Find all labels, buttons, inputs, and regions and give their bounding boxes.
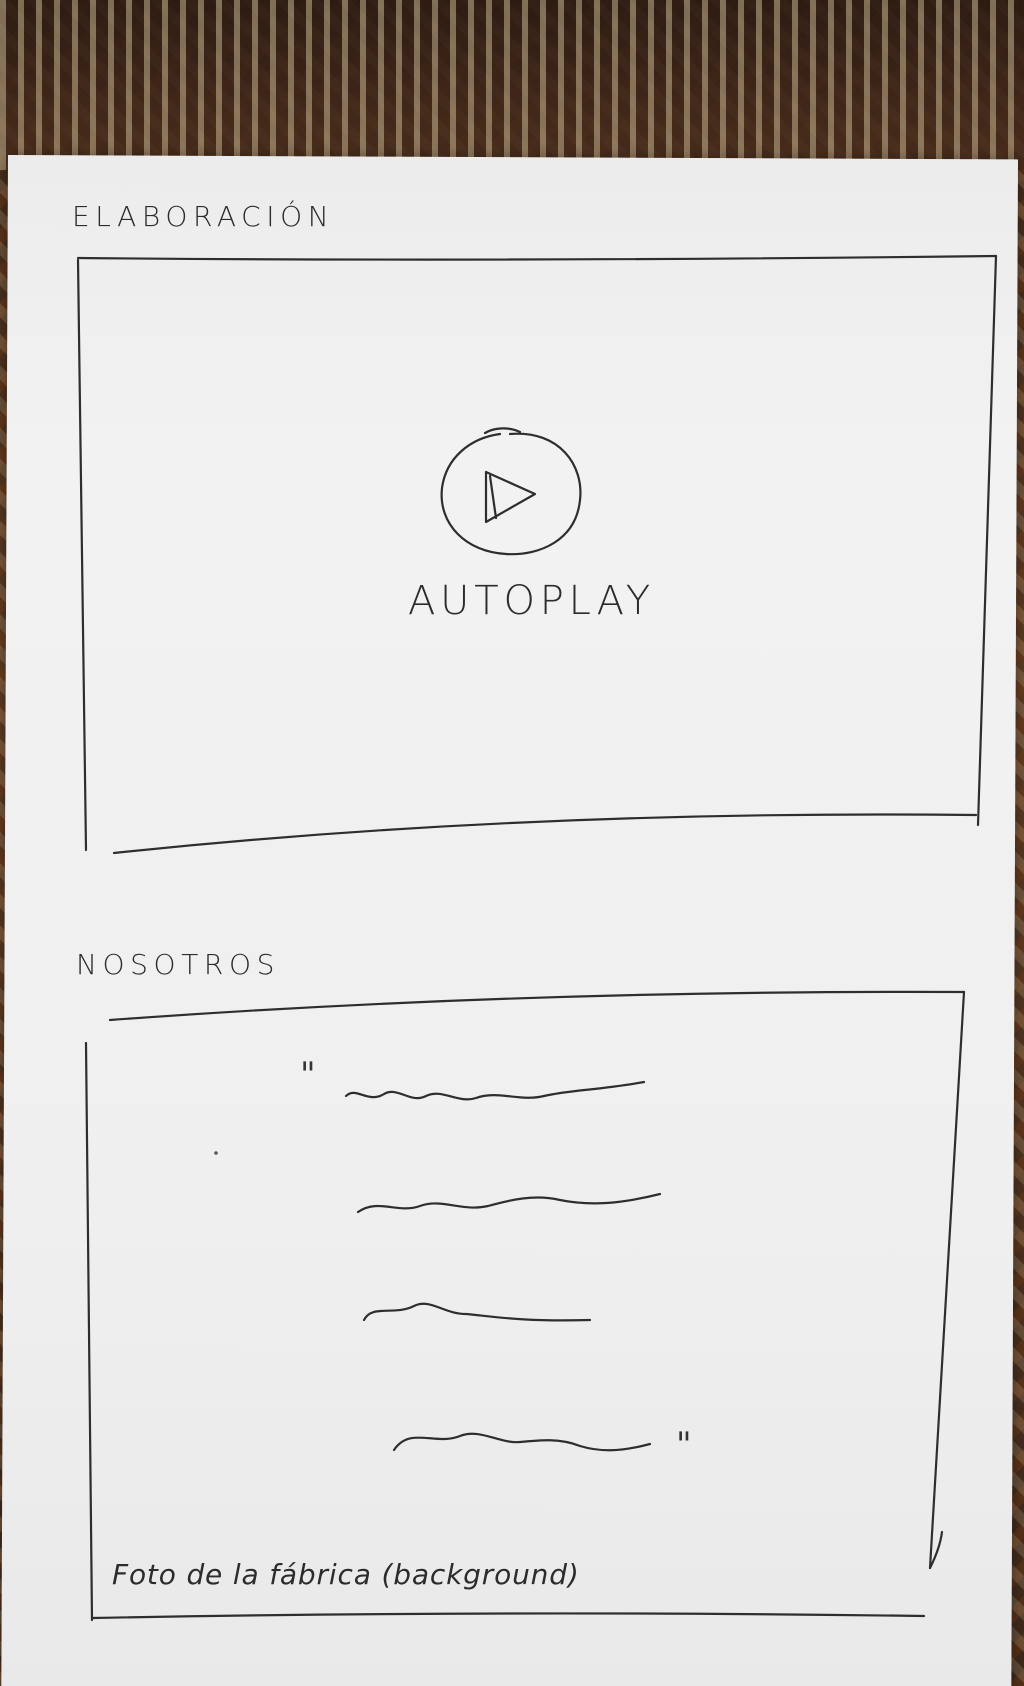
quote-open-mark: " (300, 1055, 316, 1095)
wireframe-sketch (76, 254, 998, 1622)
section-title-nosotros: NOSOTROS (76, 948, 280, 981)
background-photo-caption: Foto de la fábrica (background) (112, 1558, 580, 1591)
quote-frame (84, 990, 966, 1622)
video-frame[interactable] (76, 254, 998, 855)
autoplay-label: AUTOPLAY (408, 578, 655, 624)
pencil-dot (214, 1151, 218, 1155)
section-title-elaboracion: ELABORACIÓN (72, 200, 335, 233)
quote-text-lines (344, 1080, 662, 1452)
play-circle-icon[interactable] (440, 427, 582, 556)
quote-close-mark: " (676, 1425, 692, 1465)
